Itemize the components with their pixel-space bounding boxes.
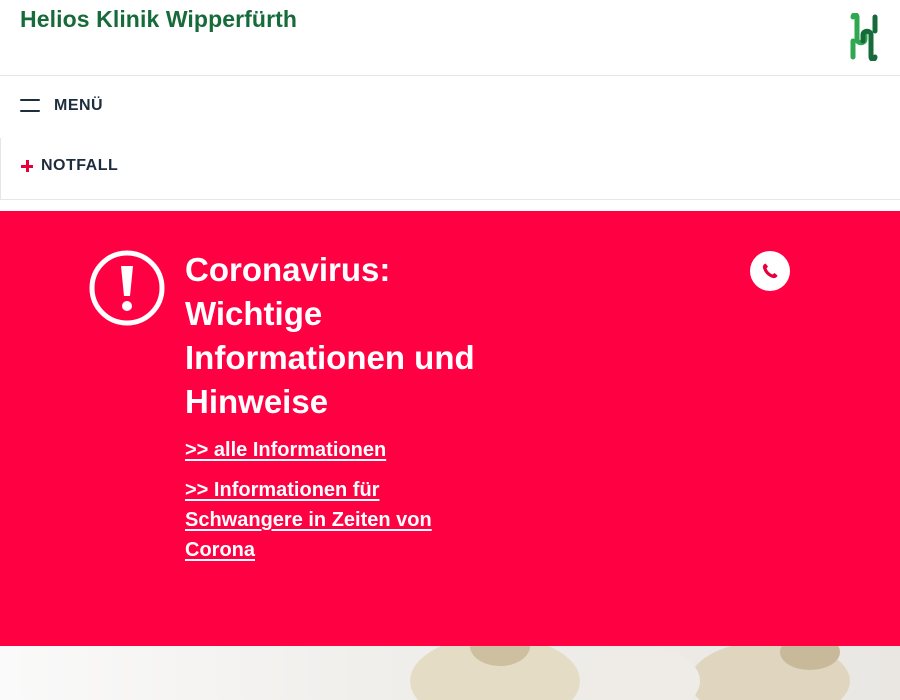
phone-icon [762,263,778,279]
hero-image-shape [580,646,700,700]
helios-logo-icon[interactable] [846,13,882,61]
all-information-link[interactable]: >> alle Informationen [185,435,505,465]
emergency-bar: NOTFALL [0,138,900,200]
site-title-link[interactable]: Helios Klinik Wipperfürth [20,6,297,33]
menu-bar: MENÜ [0,76,900,137]
plus-icon [21,160,33,172]
pregnancy-information-link[interactable]: >> Informationen für Schwangere in Zeite… [185,475,465,565]
hamburger-icon [20,99,40,113]
phone-button[interactable] [750,251,790,291]
corona-alert-banner: Coronavirus: Wichtige Informationen und … [0,211,900,646]
exclamation-circle-icon [89,250,165,326]
alert-title: Coronavirus: Wichtige Informationen und … [185,251,475,420]
site-header: Helios Klinik Wipperfürth [0,0,900,76]
menu-label: MENÜ [54,97,104,114]
hero-image [0,646,900,700]
emergency-label: NOTFALL [41,157,119,174]
menu-button[interactable]: MENÜ [20,94,103,118]
emergency-button[interactable]: NOTFALL [21,157,118,175]
